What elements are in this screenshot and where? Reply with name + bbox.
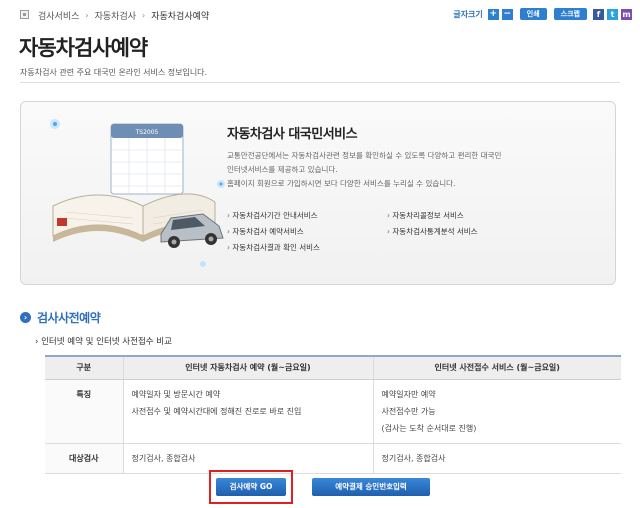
cell-text: 예약일자 및 방문시간 예약 xyxy=(131,389,221,399)
service-link-reservation[interactable]: 자동차검사 예약서비스 xyxy=(227,226,387,237)
banner-description: 교통안전공단에서는 자동차검사관련 정보를 확인하실 수 있도록 다양하고 편리… xyxy=(227,149,587,191)
row-label: 대상검사 xyxy=(45,443,123,474)
table-cell: 정기검사, 종합검사 xyxy=(122,443,373,474)
table-cell: 정기검사, 종합검사 xyxy=(372,443,621,474)
cell-text: 예약일자만 예약 xyxy=(381,389,436,399)
service-banner: TS2005 자동차검사 대국민서비스 교통안전공단에서는 자동차검사관련 정보… xyxy=(20,101,616,285)
table-cell: 예약일자만 예약 사전접수만 가능 (검사는 도착 순서대로 진행) xyxy=(372,379,621,444)
table-header: 구분 xyxy=(45,355,123,380)
chevron-right-icon: › xyxy=(142,11,146,20)
cell-text: 정기검사, 종합검사 xyxy=(381,453,446,463)
reservation-go-button[interactable]: 검사예약 GO xyxy=(216,478,286,496)
cell-text: 사전접수 및 예약시간대에 정해진 진로로 바로 진입 xyxy=(131,406,302,416)
cell-text: (검사는 도착 순서대로 진행) xyxy=(381,423,477,433)
service-link-period[interactable]: 자동차검사기간 안내서비스 xyxy=(227,210,387,221)
font-increase-button[interactable]: + xyxy=(487,8,499,20)
banner-desc-line: 인터넷서비스를 제공하고 있습니다. xyxy=(227,165,338,174)
facebook-icon[interactable]: f xyxy=(593,8,604,20)
approval-number-button[interactable]: 예약결제 승인번호입력 xyxy=(312,478,430,496)
breadcrumb-item-current: 자동차검사예약 xyxy=(151,12,210,22)
service-link-recall[interactable]: 자동차리콜정보 서비스 xyxy=(387,210,557,221)
action-buttons: 검사예약 GO 예약결제 승인번호입력 xyxy=(0,470,640,504)
section-description: › 인터넷 예약 및 인터넷 사전접수 비교 xyxy=(35,337,172,347)
service-link-statistics[interactable]: 자동차검사통계분석 서비스 xyxy=(387,226,557,237)
banner-desc-line: 홈페이지 회원으로 가입하시면 보다 다양한 서비스를 누리실 수 있습니다. xyxy=(227,179,456,188)
page-tools: 글자크기 + − 인쇄 스크랩 f t m xyxy=(453,8,632,20)
table-header: 인터넷 사전접수 서비스 (월~금요일) xyxy=(372,355,621,380)
section-heading: › 검사사전예약 xyxy=(20,309,101,326)
banner-desc-line: 교통안전공단에서는 자동차검사관련 정보를 확인하실 수 있도록 다양하고 편리… xyxy=(227,151,502,160)
section-title: 검사사전예약 xyxy=(37,311,101,325)
chevron-right-icon: › xyxy=(85,11,89,20)
twitter-icon[interactable]: t xyxy=(607,8,618,20)
top-bar: 검사서비스 › 자동차검사 › 자동차검사예약 글자크기 + − 인쇄 스크랩 … xyxy=(0,0,640,28)
section-bullet-icon: › xyxy=(20,312,31,323)
cell-text: 사전접수만 가능 xyxy=(381,406,436,416)
breadcrumb-item-car-inspection[interactable]: 자동차검사 xyxy=(95,9,136,22)
table-row: 특징 예약일자 및 방문시간 예약 사전접수 및 예약시간대에 정해진 진로로 … xyxy=(45,379,621,444)
table-cell: 예약일자 및 방문시간 예약 사전접수 및 예약시간대에 정해진 진로로 바로 … xyxy=(122,379,373,444)
comparison-table: 구분 인터넷 자동차검사 예약 (월~금요일) 인터넷 사전접수 서비스 (월~… xyxy=(45,355,621,474)
book-car-illustration: TS2005 xyxy=(50,119,225,267)
home-icon[interactable] xyxy=(20,10,29,19)
font-size-label: 글자크기 xyxy=(453,9,483,19)
row-label: 특징 xyxy=(45,379,123,444)
font-decrease-button[interactable]: − xyxy=(501,8,513,20)
banner-title: 자동차검사 대국민서비스 xyxy=(227,127,358,142)
breadcrumb-item-inspection-service[interactable]: 검사서비스 xyxy=(38,9,79,22)
highlight-box: 검사예약 GO xyxy=(209,470,293,504)
page-subtitle: 자동차검사 관련 주요 대국민 온라인 서비스 정보입니다. xyxy=(20,68,208,77)
service-link-result[interactable]: 자동차검사결과 확인 서비스 xyxy=(227,242,387,253)
section-description-text: 인터넷 예약 및 인터넷 사전접수 비교 xyxy=(41,337,172,347)
calendar-label: TS2005 xyxy=(135,129,159,136)
page-title: 자동차검사예약 xyxy=(19,36,148,60)
service-link-list: 자동차검사기간 안내서비스 자동차리콜정보 서비스 자동차검사 예약서비스 자동… xyxy=(227,210,567,253)
me2day-icon[interactable]: m xyxy=(621,8,632,20)
cell-text: 정기검사, 종합검사 xyxy=(131,453,196,463)
divider xyxy=(20,82,620,83)
breadcrumb: 검사서비스 › 자동차검사 › 자동차검사예약 xyxy=(38,9,209,22)
table-header-row: 구분 인터넷 자동차검사 예약 (월~금요일) 인터넷 사전접수 서비스 (월~… xyxy=(45,355,621,380)
print-button[interactable]: 인쇄 xyxy=(519,8,547,20)
table-header: 인터넷 자동차검사 예약 (월~금요일) xyxy=(122,355,373,380)
scrap-button[interactable]: 스크랩 xyxy=(553,8,587,20)
table-row: 대상검사 정기검사, 종합검사 정기검사, 종합검사 xyxy=(45,443,621,474)
